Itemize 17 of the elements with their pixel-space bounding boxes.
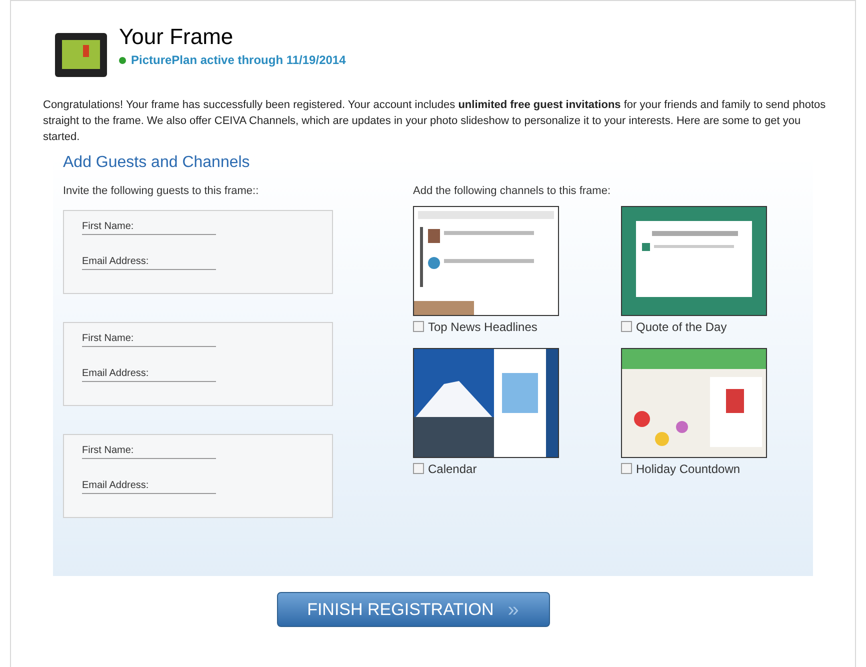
- channel-checkbox[interactable]: Quote of the Day: [621, 318, 767, 336]
- intro-paragraph: Congratulations! Your frame has successfully been registered. Your account includes unlimited free guest invitations for your friends and family to send photos straight to the frame. We also offer CEIVA Channels, which are updates in your photo slideshow to personalize it to your interests. Here are some to get you started.: [43, 98, 827, 145]
- field-label: First Name:: [82, 220, 135, 234]
- field-label: Email Address:: [82, 254, 150, 268]
- field-label: Email Address:: [82, 366, 150, 380]
- channels-heading: Add the following channels to this frame:: [413, 184, 612, 199]
- field-label: First Name:: [82, 332, 135, 346]
- channel-checkbox[interactable]: Top News Headlines: [413, 318, 559, 336]
- section-title: Add Guests and Channels: [63, 153, 251, 173]
- plan-status: PicturePlan active through 11/19/2014: [131, 52, 346, 69]
- page-title: Your Frame: [119, 23, 234, 51]
- field-label: First Name:: [82, 444, 135, 458]
- channel-checkbox[interactable]: Holiday Countdown: [621, 460, 767, 478]
- guests-heading: Invite the following guests to this frame::: [63, 184, 260, 199]
- field-label: Email Address:: [82, 478, 150, 492]
- channel-checkbox[interactable]: Calendar: [413, 460, 559, 478]
- finish-registration-button[interactable]: FINISH REGISTRATION »: [276, 592, 550, 627]
